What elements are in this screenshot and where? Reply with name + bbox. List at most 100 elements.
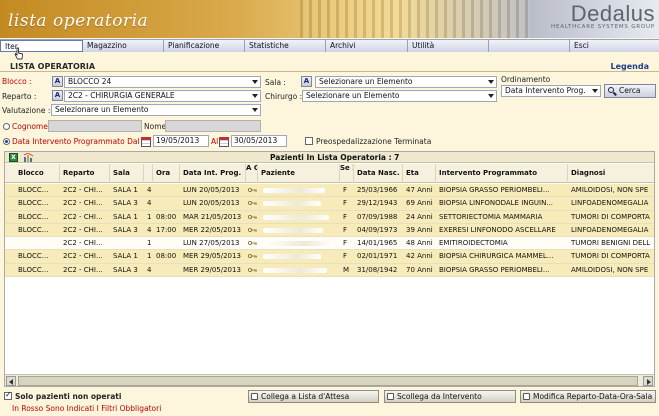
- table-row[interactable]: BLOCC... 2C2 - CHI... SALA 1 4 LUN 20/05/201…: [5, 184, 654, 198]
- cell-nascita: 14/01/1965: [357, 239, 398, 248]
- preospedalizzazione-label: Preospedalizzazione Terminata: [316, 137, 432, 146]
- cell-ora: 08:00: [156, 252, 177, 261]
- modifica-button[interactable]: Modifica Reparto-Data-Ora-Sala: [520, 390, 656, 403]
- header-acc[interactable]: A C C: [246, 164, 258, 183]
- grid-title: Pazienti In Lista Operatoria : 7: [270, 153, 400, 162]
- cell-intervento: BIOPSIA GRASSO PERIOMBELI...: [439, 265, 550, 274]
- key-icon[interactable]: [246, 184, 258, 197]
- preospedalizzazione-checkbox[interactable]: [305, 137, 313, 145]
- cell-nascita: 31/08/1942: [357, 265, 398, 274]
- menu-archivi[interactable]: Archivi: [326, 40, 408, 52]
- scroll-right-icon[interactable]: [643, 376, 653, 386]
- data-dal-input[interactable]: 19/05/2013: [153, 135, 209, 147]
- cognome-input[interactable]: [48, 120, 142, 132]
- cerca-button[interactable]: Cerca: [604, 84, 656, 98]
- header-paziente[interactable]: Paziente: [258, 164, 340, 183]
- menu-pianificazione[interactable]: Pianificazione: [164, 40, 245, 52]
- collega-label: Collega a Lista d'Attesa: [261, 392, 350, 401]
- header-intervento[interactable]: Intervento Programmato: [436, 164, 568, 183]
- cell-sesso: F: [343, 186, 348, 194]
- blocco-a-button[interactable]: A: [52, 76, 63, 87]
- header-sala[interactable]: Sala: [110, 164, 144, 183]
- cell-sala: [110, 237, 144, 250]
- scroll-thumb[interactable]: [18, 376, 638, 386]
- banner-decoration: [300, 0, 530, 38]
- menu-utilita[interactable]: Utilità: [408, 40, 489, 52]
- grid-header: Blocco Reparto Sala Ora Data Int. Prog. …: [5, 164, 654, 183]
- header-sesso[interactable]: Se X: [340, 164, 354, 183]
- header-blocco[interactable]: Blocco: [15, 164, 60, 183]
- data-al-input[interactable]: 30/05/2013: [231, 135, 287, 147]
- cell-data: MER 29/05/2013: [183, 265, 241, 274]
- calendar-icon[interactable]: [141, 137, 151, 147]
- table-row[interactable]: BLOCC... 2C2 - CHI... SALA 3 4 MER 29/05/201…: [5, 263, 654, 278]
- valutazione-select[interactable]: Selezionare un Elemento: [51, 104, 261, 116]
- cell-blocco: BLOCC...: [18, 199, 49, 208]
- legenda-link[interactable]: Legenda: [611, 62, 650, 71]
- scollega-label: Scollega da Intervento: [397, 392, 482, 401]
- header-diagnosi[interactable]: Diagnosi: [568, 164, 654, 183]
- table-row[interactable]: 2C2 - CHI... 1 LUN 27/05/2013 F 14/01/1965 48…: [5, 237, 654, 251]
- chirurgo-label: Chirurgo :: [265, 92, 303, 101]
- key-icon[interactable]: [246, 197, 258, 210]
- solo-non-operati-checkbox[interactable]: [4, 390, 12, 400]
- link-icon: [251, 393, 258, 400]
- cell-blocco: BLOCC...: [18, 265, 49, 274]
- header-data-int[interactable]: Data Int. Prog.: [180, 164, 246, 183]
- cell-diagnosi: LINFOADENOMEGALIA: [571, 225, 649, 234]
- reparto-select[interactable]: 2C2 - CHIRURGIA GENERALE: [64, 90, 261, 102]
- nome-input[interactable]: [165, 120, 261, 132]
- menu-iter[interactable]: Iter: [0, 40, 83, 52]
- redacted-patient-name: [263, 254, 321, 260]
- chirurgo-select[interactable]: Selezionare un Elemento: [302, 90, 497, 102]
- key-icon[interactable]: [246, 264, 258, 277]
- scroll-left-icon[interactable]: [6, 376, 16, 386]
- header-data-nasc[interactable]: Data Nasc.: [354, 164, 403, 183]
- calendar-icon[interactable]: [219, 137, 229, 147]
- reparto-a-button[interactable]: A: [52, 90, 63, 101]
- cell-eta: 70 Anni: [406, 265, 433, 274]
- cell-eta: 42 Anni: [406, 252, 433, 261]
- cell-intervento: EMITIROIDECTOMIA: [439, 239, 508, 248]
- data-intervento-radio[interactable]: [3, 138, 10, 145]
- sala-select[interactable]: Selezionare un Elemento: [315, 76, 497, 88]
- menu-esci[interactable]: Esci: [570, 40, 659, 52]
- table-row[interactable]: BLOCC... 2C2 - CHI... SALA 3 4 17:00 MER 22/0…: [5, 223, 654, 238]
- key-icon[interactable]: [246, 237, 258, 250]
- key-icon[interactable]: [246, 211, 258, 224]
- scollega-intervento-button[interactable]: Scollega da Intervento: [384, 390, 516, 403]
- collega-lista-button[interactable]: Collega a Lista d'Attesa: [248, 390, 379, 403]
- cell-data: MER 22/05/2013: [183, 225, 241, 234]
- grid-caption: X Pazienti In Lista Operatoria : 7: [5, 152, 654, 163]
- key-icon[interactable]: [246, 224, 258, 237]
- cell-n: 4: [147, 265, 152, 274]
- cognome-radio[interactable]: [3, 123, 10, 130]
- table-row[interactable]: BLOCC... 2C2 - CHI... SALA 1 1 08:00 MAR 21/0…: [5, 210, 654, 224]
- excel-export-icon[interactable]: X: [9, 153, 18, 162]
- ordinamento-select[interactable]: Data Intervento Prog.: [501, 85, 601, 97]
- cell-intervento: BIOPSIA LINFONODALE INGUIN...: [439, 199, 554, 208]
- blocco-value: BLOCCO 24: [68, 77, 112, 86]
- modifica-label: Modifica Reparto-Data-Ora-Sala: [533, 392, 653, 401]
- chart-icon[interactable]: [23, 153, 35, 162]
- cell-eta: 39 Anni: [406, 225, 433, 234]
- cell-nascita: 07/09/1988: [357, 212, 398, 221]
- app-banner: lista operatoria Dedalus HEALTHCARE SYST…: [0, 0, 659, 38]
- header-num[interactable]: [144, 164, 153, 183]
- header-ora[interactable]: Ora: [153, 164, 180, 183]
- menu-empty[interactable]: [489, 40, 570, 52]
- cell-sala: SALA 3: [113, 199, 138, 208]
- horizontal-scrollbar[interactable]: [5, 374, 654, 386]
- header-eta[interactable]: Eta: [403, 164, 436, 183]
- key-icon[interactable]: [246, 250, 258, 263]
- menu-magazzino[interactable]: Magazzino: [83, 40, 164, 52]
- table-row[interactable]: BLOCC... 2C2 - CHI... SALA 3 4 LUN 20/05/201…: [5, 197, 654, 211]
- header-reparto[interactable]: Reparto: [60, 164, 110, 183]
- cell-intervento: EXERESI LINFONODO ASCELLARE: [439, 225, 556, 234]
- blocco-select[interactable]: BLOCCO 24: [64, 76, 261, 88]
- table-row[interactable]: BLOCC... 2C2 - CHI... SALA 1 1 08:00 MER 29/0…: [5, 250, 654, 264]
- cell-reparto: 2C2 - CHI...: [63, 212, 103, 221]
- menu-statistiche[interactable]: Statistiche: [245, 40, 326, 52]
- sala-a-button[interactable]: A: [301, 76, 312, 87]
- nome-label: Nome: [144, 122, 167, 131]
